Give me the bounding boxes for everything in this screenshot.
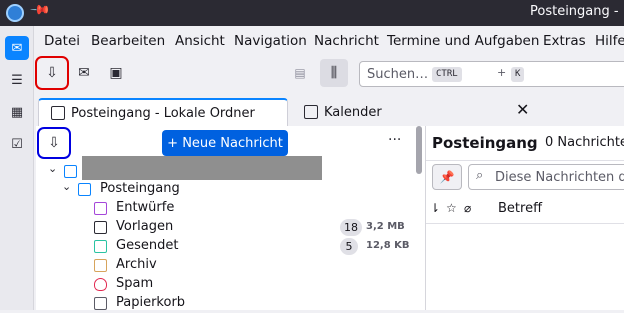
address-book-icon[interactable]: ☰ [5,68,29,92]
message-list-pane: Posteingang 0 Nachrichte 📌 ⌕ Diese Nachr… [426,126,624,310]
drafts-icon [94,202,107,215]
folder-pane: ⇩ + Neue Nachricht ··· ⌄ ⌄ Posteingang E… [36,126,426,310]
menu-ansicht[interactable]: Ansicht [175,33,225,49]
menu-termine[interactable]: Termine und Aufgaben [387,33,539,49]
tab-label: Posteingang - Lokale Ordner [71,105,255,121]
tab-label: Kalender [324,104,382,120]
tab-kalender[interactable]: Kalender [292,98,492,126]
thunderbird-logo-icon [6,4,24,22]
pin-icon[interactable]: 📌 [29,0,51,22]
folder-row-posteingang[interactable]: ⌄ Posteingang [36,180,416,199]
search-icon: ⌕ [476,168,484,183]
inbox-tab-icon [51,106,65,120]
redacted-account-name [82,156,322,180]
folder-row-papierkorb[interactable]: Papierkorb [36,294,416,313]
tasks-space-icon[interactable]: ☑ [5,132,29,156]
filter-toggle-button[interactable]: ⫼ [320,59,348,87]
shortcut-k: K [511,67,525,82]
folder-get-messages-button[interactable]: ⇩ [37,127,71,159]
folder-row-entwuerfe[interactable]: Entwürfe [36,199,416,218]
folder-scrollbar[interactable] [416,126,422,174]
menu-bar: Datei Bearbeiten Ansicht Navigation Nach… [34,28,624,54]
search-placeholder: Suchen… [367,67,429,82]
folder-row-spam[interactable]: Spam [36,275,416,294]
menu-navigation[interactable]: Navigation [234,33,307,49]
layout-icon[interactable]: ▤ [286,59,314,87]
calendar-tab-icon [304,105,318,119]
subject-column-header[interactable]: Betreff [498,201,542,216]
shortcut-ctrl: CTRL [432,67,462,82]
menu-hilfe[interactable]: Hilfe [595,33,624,49]
folder-row-gesendet[interactable]: Gesendet 5 12,8 KB [36,237,416,256]
spaces-toolbar: ✉ ☰ ▦ ☑ [0,26,34,310]
star-column-icon[interactable]: ☆ [446,201,457,215]
column-header: ⇂ ☆ ⌀ Betreff [426,194,624,224]
address-book-button[interactable]: ▣ [102,59,130,87]
window-title: Posteingang - L [530,4,624,19]
spam-flame-icon [94,278,107,291]
menu-extras[interactable]: Extras [543,33,586,49]
quick-filter-input[interactable]: ⌕ Diese Nachrichten du [468,164,624,190]
close-tab-icon[interactable]: ✕ [516,100,529,119]
chevron-down-icon[interactable]: ⌄ [48,162,57,175]
trash-icon [94,297,107,310]
menu-bearbeiten[interactable]: Bearbeiten [91,33,165,49]
global-search-input[interactable]: Suchen… CTRL + K [359,61,624,87]
menu-nachricht[interactable]: Nachricht [314,33,379,49]
shortcut-plus: + [497,66,507,79]
tab-bar: Posteingang - Lokale Ordner Kalender ✕ [34,96,624,126]
new-message-button[interactable]: + Neue Nachricht [162,130,288,156]
pin-icon: 📌 [439,170,455,184]
inbox-icon [78,183,91,196]
calendar-space-icon[interactable]: ▦ [5,100,29,124]
mail-space-icon[interactable]: ✉ [5,36,29,60]
message-count: 0 Nachrichte [545,135,624,150]
folder-size: 12,8 KB [366,240,410,251]
quick-filter-placeholder: Diese Nachrichten du [495,170,624,185]
unread-count-badge: 5 [340,238,358,255]
folder-size: 3,2 MB [366,221,405,232]
folder-row-vorlagen[interactable]: Vorlagen 18 3,2 MB [36,218,416,237]
local-folders-icon [64,165,77,178]
attachment-column-icon[interactable]: ⌀ [464,201,471,215]
unread-count-badge: 18 [340,219,362,236]
archive-icon [94,259,107,272]
templates-icon [94,221,107,234]
chevron-down-icon[interactable]: ⌄ [62,180,71,193]
quick-filter-pin-button[interactable]: 📌 [432,164,462,190]
list-header-divider [426,160,624,161]
folder-pane-menu-button[interactable]: ··· [388,132,401,148]
tab-posteingang[interactable]: Posteingang - Lokale Ordner [38,98,288,126]
sent-icon [94,240,107,253]
title-bar: 📌 Posteingang - L [0,0,624,26]
main-toolbar: ⇩ ✉ ▣ ▤ ⫼ Suchen… CTRL + K [34,56,624,92]
folder-title: Posteingang [432,134,538,152]
thread-column-icon[interactable]: ⇂ [430,201,440,215]
write-message-icon[interactable]: ✉ [70,59,98,87]
get-messages-button[interactable]: ⇩ [35,56,69,90]
folder-row-archiv[interactable]: Archiv [36,256,416,275]
menu-datei[interactable]: Datei [44,33,80,49]
